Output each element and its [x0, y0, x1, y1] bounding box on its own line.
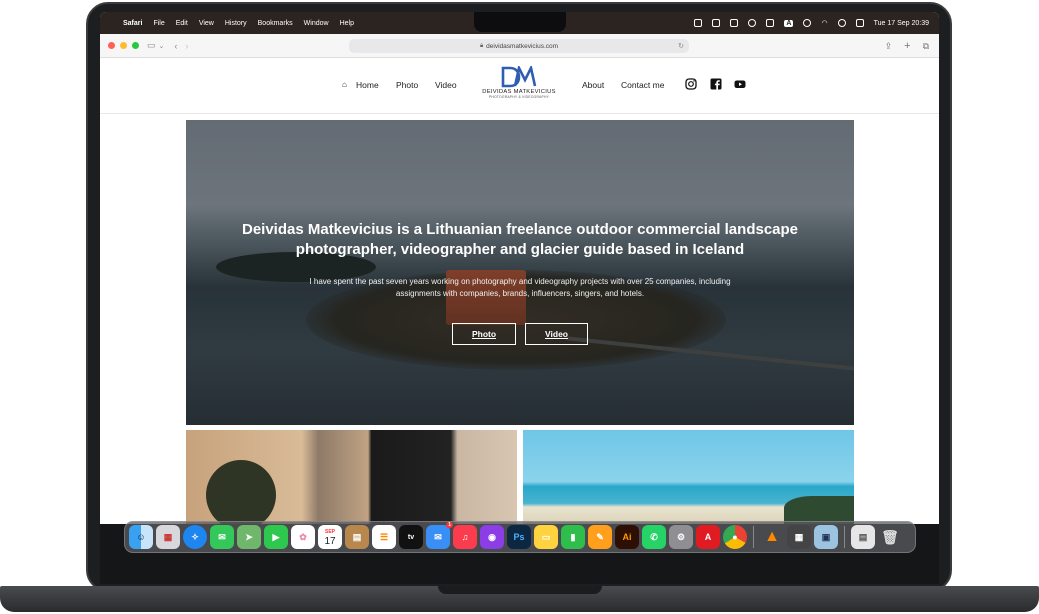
menu-help[interactable]: Help	[340, 20, 354, 27]
menu-view[interactable]: View	[199, 20, 214, 27]
screen: Safari File Edit View History Bookmarks …	[100, 12, 939, 524]
hero-subtitle: I have spent the past seven years workin…	[309, 277, 731, 298]
menu-file[interactable]: File	[153, 20, 164, 27]
hero-title: Deividas Matkevicius is a Lithuanian fre…	[241, 221, 799, 258]
dock-mail-icon[interactable]: ✉ 1	[426, 522, 453, 549]
laptop-base-notch	[438, 586, 602, 594]
instagram-icon[interactable]	[685, 78, 697, 90]
lock-icon: 🔒︎	[479, 42, 484, 49]
new-tab-icon[interactable]: +	[904, 40, 910, 52]
forward-icon[interactable]: ›	[185, 41, 188, 51]
dock-illustrator-icon[interactable]: Ai	[615, 525, 639, 549]
website: ⌂ Home Photo Video DEIVIDAS MATKEVICIUS …	[100, 58, 939, 524]
dock-pages-icon[interactable]: ✎	[588, 525, 612, 549]
dock-downloads-icon[interactable]: ▤	[851, 525, 875, 549]
gallery-image-interior[interactable]	[186, 430, 517, 524]
chevron-down-icon[interactable]: ⌄	[159, 42, 165, 50]
dock-photoshop-icon[interactable]: Ps	[507, 525, 531, 549]
close-window-button[interactable]	[108, 42, 115, 49]
minimize-window-button[interactable]	[120, 42, 127, 49]
dock-whatsapp-icon[interactable]: ✆	[642, 525, 666, 549]
status-icon[interactable]	[766, 19, 775, 27]
dock-notes-brown-icon[interactable]: ▤	[345, 525, 369, 549]
logo-tagline: PHOTOGRAPHY & VIDEOGRAPHY	[488, 95, 550, 99]
nav-home[interactable]: Home	[356, 80, 379, 90]
display-icon[interactable]	[730, 19, 739, 27]
hero-photo-button[interactable]: Photo	[452, 323, 516, 345]
nav-video[interactable]: Video	[435, 80, 457, 90]
input-source-icon[interactable]: A	[784, 19, 794, 27]
logo-mark	[501, 66, 537, 88]
menu-edit[interactable]: Edit	[176, 20, 188, 27]
menu-history[interactable]: History	[225, 20, 247, 27]
dock-launchpad-icon[interactable]: ▦	[156, 525, 180, 549]
clock[interactable]: Tue 17 Sep 20:39	[874, 20, 929, 27]
gallery-image-hill	[784, 496, 854, 524]
dock-calendar-icon[interactable]: SEP 17	[318, 525, 342, 549]
user-icon[interactable]	[803, 19, 812, 27]
screen-mirroring-icon[interactable]	[748, 19, 757, 27]
gallery-image-beach[interactable]	[523, 430, 854, 524]
tab-overview-icon[interactable]: ⧉	[923, 41, 929, 52]
dock-separator	[753, 526, 754, 548]
calendar-day: 17	[324, 536, 336, 547]
mail-badge: 1	[446, 522, 453, 528]
dock-music-icon[interactable]: ♫	[453, 525, 477, 549]
nav-about[interactable]: About	[582, 80, 604, 90]
address-bar[interactable]: 🔒︎ deividasmatkevicius.com ↻	[349, 39, 689, 53]
address-url: deividasmatkevicius.com	[486, 42, 559, 50]
dock: ☺ ▦ ✧ ✉ ➤ ▶ ✿ SEP 17 ▤ ☰ tv ✉ 1 ♫ ◉ Ps ▭…	[124, 521, 916, 553]
laptop-frame: Safari File Edit View History Bookmarks …	[0, 0, 1039, 614]
search-icon[interactable]	[837, 19, 846, 27]
dock-messages-icon[interactable]: ✉	[210, 525, 234, 549]
dock-finder-icon[interactable]: ☺	[129, 525, 153, 549]
browser-toolbar: ▭ ⌄ ‹ › 🔒︎ deividasmatkevicius.com ↻ ⇪ +…	[100, 34, 939, 58]
zoom-window-button[interactable]	[132, 42, 139, 49]
dock-reminders-icon[interactable]: ☰	[372, 525, 396, 549]
dock-preview-icon[interactable]: ▣	[814, 525, 838, 549]
battery-icon[interactable]	[712, 19, 721, 27]
sidebar-icon[interactable]: ▭	[147, 40, 156, 51]
dock-calculator-icon[interactable]: ▦	[787, 525, 811, 549]
dock-maps-icon[interactable]: ➤	[237, 525, 261, 549]
dock-vlc-icon[interactable]: ▲	[760, 525, 784, 549]
hero-video-button[interactable]: Video	[525, 323, 588, 345]
nav-photo[interactable]: Photo	[396, 80, 418, 90]
camera-notch	[474, 12, 566, 32]
dock-separator	[844, 526, 845, 548]
reload-icon[interactable]: ↻	[678, 42, 684, 50]
back-icon[interactable]: ‹	[174, 41, 177, 51]
nav-contact[interactable]: Contact me	[621, 80, 664, 90]
dock-numbers-icon[interactable]: ▮	[561, 525, 585, 549]
dock-trash-icon[interactable]: 🗑︎	[878, 525, 902, 549]
control-center-icon[interactable]	[855, 19, 864, 27]
vlc-status-icon[interactable]	[694, 19, 703, 27]
home-icon[interactable]: ⌂	[342, 80, 347, 89]
menu-window[interactable]: Window	[304, 20, 329, 27]
dock-facetime-icon[interactable]: ▶	[264, 525, 288, 549]
dock-system-settings-icon[interactable]: ⚙	[669, 525, 693, 549]
site-logo[interactable]: DEIVIDAS MATKEVICIUS PHOTOGRAPHY & VIDEO…	[480, 66, 558, 106]
dock-tv-icon[interactable]: tv	[399, 525, 423, 549]
site-nav: ⌂ Home Photo Video DEIVIDAS MATKEVICIUS …	[100, 58, 939, 114]
dock-acrobat-icon[interactable]: A	[696, 525, 720, 549]
dock-chrome-icon[interactable]: ●	[723, 525, 747, 549]
menu-app-name[interactable]: Safari	[123, 20, 142, 27]
hero-overlay	[186, 120, 854, 425]
dock-notes-icon[interactable]: ▭	[534, 525, 558, 549]
dock-safari-icon[interactable]: ✧	[183, 525, 207, 549]
gallery-image-plant	[206, 460, 276, 524]
dock-podcasts-icon[interactable]: ◉	[480, 525, 504, 549]
facebook-icon[interactable]	[710, 78, 722, 90]
menu-bookmarks[interactable]: Bookmarks	[258, 20, 293, 27]
dock-photos-icon[interactable]: ✿	[291, 525, 315, 549]
hero-banner: Deividas Matkevicius is a Lithuanian fre…	[186, 120, 854, 425]
youtube-icon[interactable]	[734, 78, 746, 90]
wifi-icon[interactable]: ◠	[821, 19, 827, 27]
share-icon[interactable]: ⇪	[885, 41, 893, 52]
